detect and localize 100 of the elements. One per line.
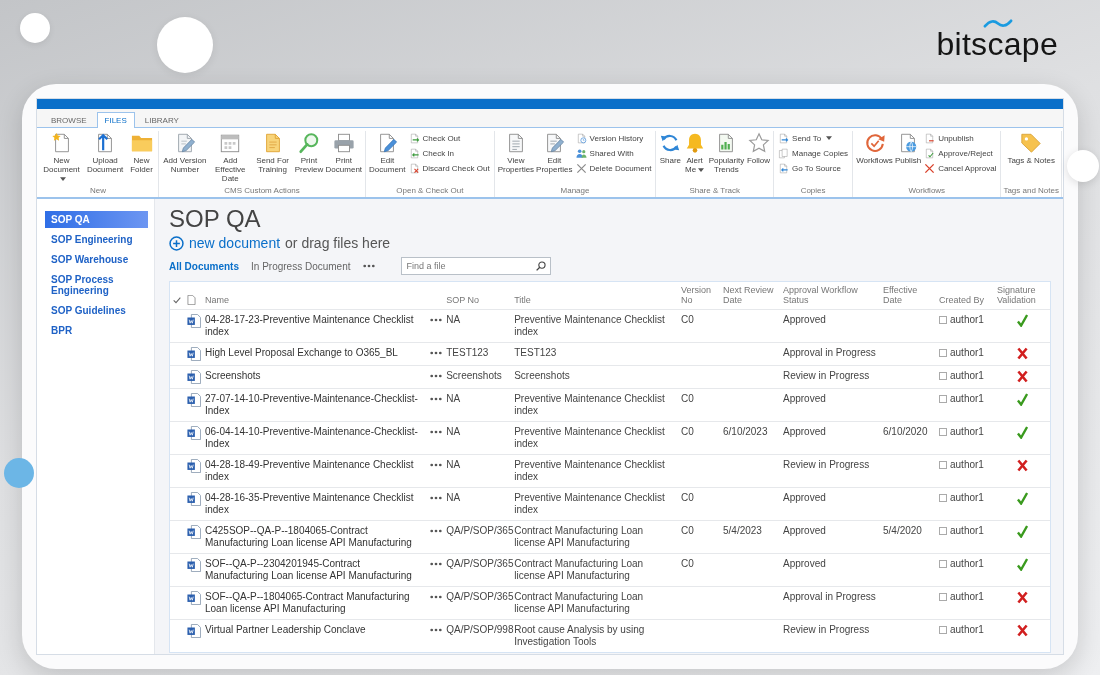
page-minus-icon <box>924 132 936 144</box>
more-icon[interactable] <box>430 628 443 632</box>
author-name[interactable]: author1 <box>950 459 984 471</box>
more-icon[interactable] <box>430 374 443 378</box>
ribbon-tab[interactable]: BROWSE <box>43 112 95 128</box>
ribbon-button[interactable]: Follow <box>745 131 772 166</box>
more-icon[interactable] <box>430 595 443 599</box>
more-icon[interactable] <box>430 562 443 566</box>
ribbon-button[interactable]: New Folder <box>127 131 156 175</box>
table-cell: QA/P/SOP/365 <box>446 525 514 537</box>
ribbon-button[interactable]: Workflows <box>855 131 894 166</box>
nav-link[interactable]: SOP Guidelines <box>45 302 132 319</box>
column-header[interactable]: Created By <box>939 295 985 305</box>
column-header[interactable]: Effective Date <box>883 285 933 305</box>
ribbon-button[interactable]: Add Version Number <box>160 131 209 175</box>
file-name-link[interactable]: 04-28-17-23-Preventive Maintenance Checklist index <box>205 314 425 338</box>
circle-icon <box>20 13 50 43</box>
search-icon[interactable] <box>535 261 546 271</box>
column-header[interactable]: SOP No <box>446 295 480 305</box>
new-document-link[interactable]: new document <box>189 234 281 252</box>
author-name[interactable]: author1 <box>950 624 984 636</box>
plus-circle-icon[interactable] <box>169 235 184 251</box>
file-name-link[interactable]: SOF--QA-P--2304201945-Contract Manufacturing Loan license API Manufacturing <box>205 558 425 582</box>
star-icon <box>747 132 770 154</box>
ribbon-button[interactable]: Popularity Trends <box>706 131 746 175</box>
ribbon-button[interactable]: Shared With <box>573 146 654 160</box>
table-cell-text: Contract Manufacturing Loan license API Manufacturing <box>514 525 645 549</box>
cross-icon <box>924 162 936 174</box>
file-name-link[interactable]: 06-04-14-10-Preventive-Maintenance-Checklist-Index <box>205 426 425 450</box>
nav-link[interactable]: SOP QA <box>45 211 148 228</box>
more-icon[interactable] <box>430 463 443 467</box>
column-header[interactable]: Signature Validation <box>997 285 1047 305</box>
file-name-link[interactable]: 04-28-16-35-Preventive Maintenance Checklist index <box>205 492 425 516</box>
file-name-link[interactable]: High Level Proposal Exchange to O365_BL <box>205 347 398 359</box>
ribbon-button[interactable]: Add Effective Date <box>208 131 252 184</box>
ribbon-tab[interactable]: LIBRARY <box>136 112 187 128</box>
people-icon <box>575 147 587 159</box>
ribbon-button[interactable]: Discard Check Out <box>406 161 492 175</box>
more-icon[interactable] <box>430 496 443 500</box>
file-name-link[interactable]: SOF--QA-P--1804065-Contract Manufacturing Loan license API Manufacturing <box>205 591 425 615</box>
view-tab[interactable]: All Documents <box>169 260 239 272</box>
ribbon-button[interactable]: View Properties <box>496 131 536 175</box>
ribbon-button[interactable]: Approve/Reject <box>922 146 999 160</box>
column-header[interactable]: Approval Workflow Status <box>783 285 877 305</box>
author-name[interactable]: author1 <box>950 558 984 570</box>
ribbon-button[interactable]: Send To <box>776 131 851 145</box>
nav-link[interactable]: SOP Warehouse <box>45 251 135 268</box>
file-name-link[interactable]: Virtual Partner Leadership Conclave <box>205 624 366 636</box>
ribbon-button[interactable]: Unpublish <box>922 131 999 145</box>
ribbon-button[interactable]: Version History <box>573 131 654 145</box>
author-name[interactable]: author1 <box>950 525 984 537</box>
column-header[interactable]: Title <box>514 295 531 305</box>
author-name[interactable]: author1 <box>950 370 984 382</box>
ribbon-button[interactable]: Print Document <box>324 131 364 175</box>
more-icon[interactable] <box>430 430 443 434</box>
ribbon-button[interactable]: Cancel Approval <box>922 161 999 175</box>
file-name-link[interactable]: C425SOP--QA-P--1804065-Contract Manufacturing Loan license API Manufacturing <box>205 525 425 549</box>
square-icon <box>939 527 947 535</box>
ribbon-button[interactable]: Upload Document <box>83 131 128 175</box>
ribbon-button[interactable]: Edit Properties <box>535 131 574 175</box>
nav-link[interactable]: SOP Process Engineering <box>45 271 148 299</box>
search-field[interactable]: Find a file <box>400 257 551 275</box>
group-label: Open & Check Out <box>396 185 464 197</box>
more-icon[interactable] <box>430 318 443 322</box>
author-name[interactable]: author1 <box>950 591 984 603</box>
ribbon-button[interactable]: Send For Training <box>251 131 294 175</box>
table-cell-text: Contract Manufacturing Loan license API Manufacturing <box>514 558 645 582</box>
ribbon-button[interactable]: Publish <box>893 131 923 166</box>
file-name-link[interactable]: 04-28-18-49-Preventive Maintenance Checklist index <box>205 459 425 483</box>
ribbon-tab[interactable]: FILES <box>96 112 135 128</box>
ribbon-button[interactable]: Share <box>658 131 683 166</box>
ribbon-button[interactable]: Delete Document <box>573 161 654 175</box>
ribbon-button[interactable]: Tags & Notes <box>1006 131 1056 166</box>
table-cell: QA/P/SOP/998 <box>446 624 514 636</box>
column-header[interactable]: Name <box>205 295 229 305</box>
ribbon-button[interactable]: Check In <box>406 146 492 160</box>
ribbon-button[interactable]: Manage Copies <box>776 146 851 160</box>
column-header[interactable]: Version No <box>681 285 717 305</box>
more-icon[interactable] <box>362 264 375 268</box>
ribbon-button[interactable]: Go To Source <box>776 161 851 175</box>
checkmark-icon[interactable] <box>173 295 181 305</box>
author-name[interactable]: author1 <box>950 393 984 405</box>
ribbon-button[interactable]: Edit Document <box>368 131 407 175</box>
more-icon[interactable] <box>430 397 443 401</box>
ribbon-button[interactable]: Print Preview <box>293 131 325 175</box>
author-name[interactable]: author1 <box>950 347 984 359</box>
nav-link[interactable]: SOP Engineering <box>45 231 139 248</box>
author-name[interactable]: author1 <box>950 426 984 438</box>
nav-link[interactable]: BPR <box>45 322 79 339</box>
more-icon[interactable] <box>430 529 443 533</box>
author-name[interactable]: author1 <box>950 314 984 326</box>
file-name-link[interactable]: 27-07-14-10-Preventive-Maintenance-Checklist-Index <box>205 393 425 417</box>
ribbon-button[interactable]: New Document <box>40 131 84 184</box>
more-icon[interactable] <box>430 351 443 355</box>
author-name[interactable]: author1 <box>950 492 984 504</box>
ribbon-button[interactable]: Alert Me <box>682 131 707 175</box>
file-name-link[interactable]: Screenshots <box>205 370 261 382</box>
ribbon-button[interactable]: Check Out <box>406 131 492 145</box>
column-header[interactable]: Next Review Date <box>723 285 777 305</box>
view-tab[interactable]: In Progress Document <box>251 260 351 272</box>
